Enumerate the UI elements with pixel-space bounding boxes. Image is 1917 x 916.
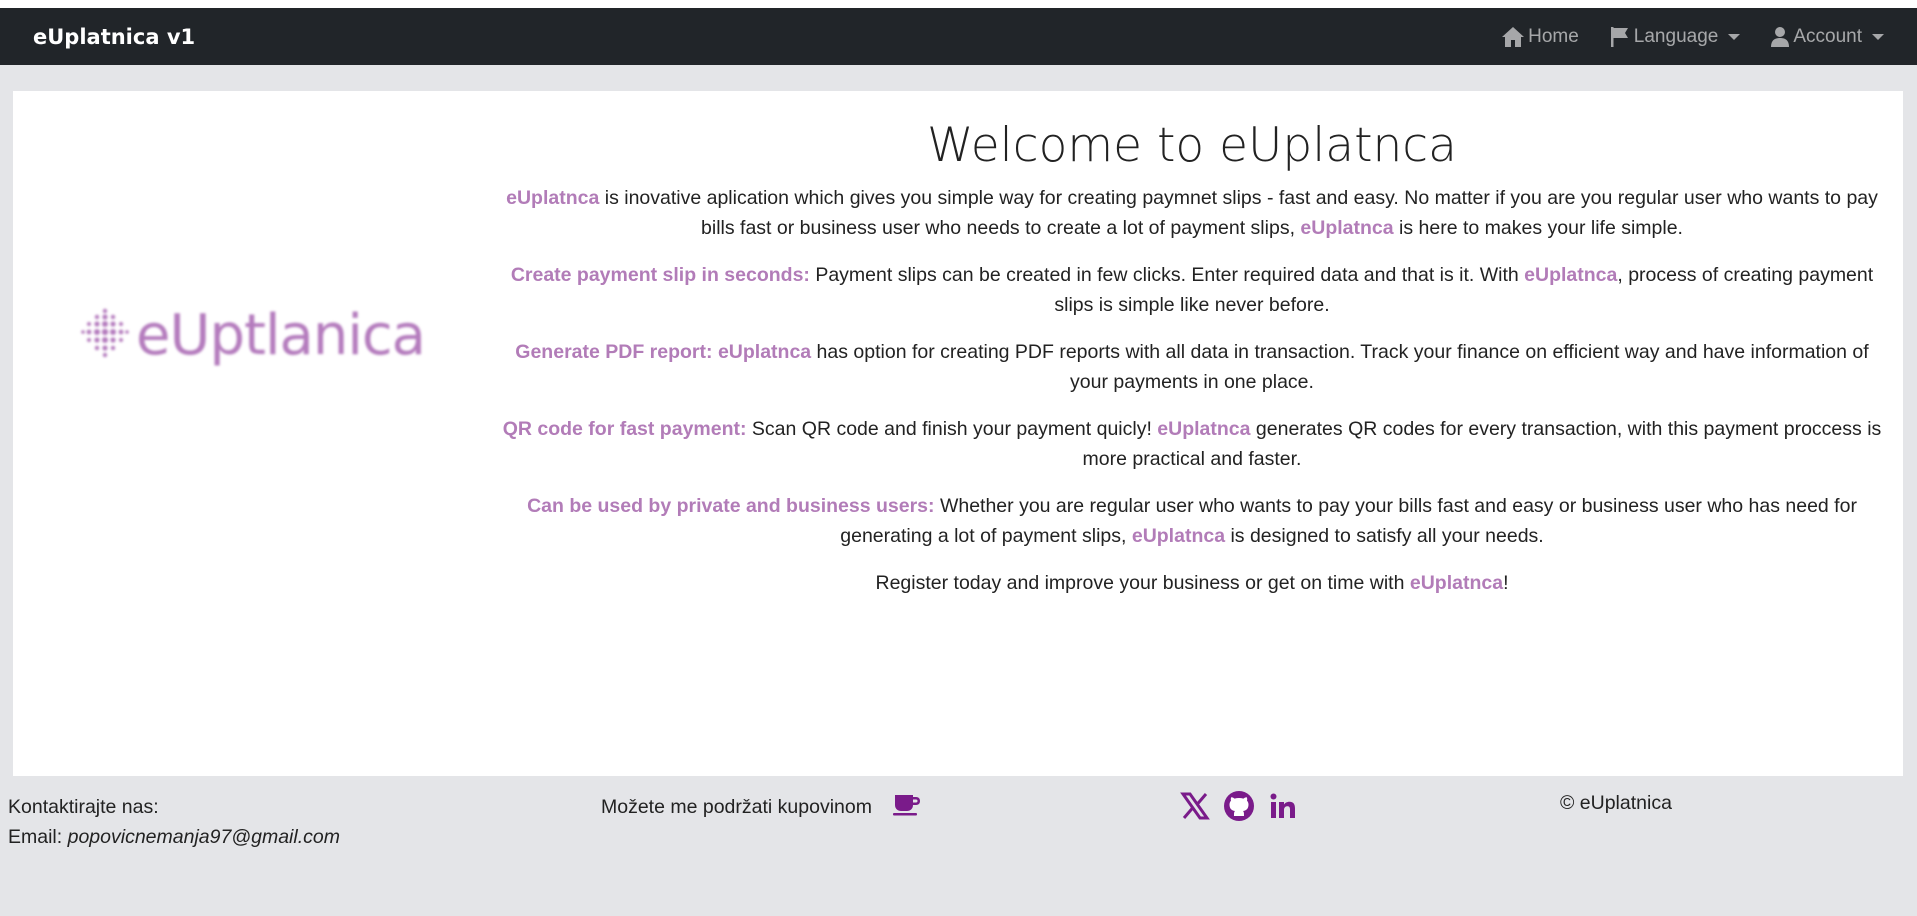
chevron-down-icon: [1872, 33, 1884, 40]
top-strip: [0, 0, 1917, 8]
navbar-brand[interactable]: eUplatnica v1: [33, 25, 195, 49]
nav-language-label: Language: [1633, 25, 1719, 47]
navbar-menu: Home Language Account: [1501, 26, 1884, 48]
outro-text: Register today and improve your business…: [875, 572, 1410, 594]
feature-qr-code: QR code for fast payment: Scan QR code a…: [500, 414, 1884, 474]
feature-text: Payment slips can be created in few clic…: [809, 264, 1525, 286]
coffee-icon[interactable]: [892, 792, 922, 822]
x-twitter-icon[interactable]: [1180, 791, 1210, 821]
email-label: Email:: [8, 826, 63, 848]
nav-account-label: Account: [1793, 25, 1862, 47]
brand-highlight: eUplatnca: [1157, 418, 1251, 440]
github-icon[interactable]: [1223, 790, 1255, 822]
intro-paragraph: eUplatnca is inovative aplication which …: [500, 183, 1884, 243]
footer-social-links: [1180, 790, 1298, 822]
feature-heading: Can be used by private and business user…: [527, 495, 935, 517]
feature-text: Scan QR code and finish your payment qui…: [746, 418, 1158, 440]
feature-pdf-report: Generate PDF report: eUplatnca has optio…: [500, 337, 1884, 397]
logo-dots-icon: [81, 308, 129, 358]
feature-heading: QR code for fast payment:: [502, 418, 747, 440]
outro-text: !: [1503, 572, 1509, 594]
chevron-down-icon: [1728, 33, 1741, 40]
footer-support: Možete me podržati kupovinom: [601, 792, 922, 822]
nav-home-label: Home: [1528, 25, 1579, 47]
logo-wordmark: eUptlanica: [136, 302, 426, 368]
linkedin-icon[interactable]: [1268, 791, 1298, 821]
feature-create-slip: Create payment slip in seconds: Payment …: [500, 260, 1884, 320]
feature-text: is designed to satisfy all your needs.: [1225, 525, 1544, 547]
feature-users: Can be used by private and business user…: [500, 491, 1884, 551]
brand-highlight: eUplatnca: [506, 187, 600, 209]
contact-email-row: Email: popovicnemanja97@gmail.com: [8, 822, 340, 852]
email-link[interactable]: popovicnemanja97@gmail.com: [68, 826, 340, 848]
app-logo: eUptlanica: [80, 295, 440, 375]
nav-language-dropdown[interactable]: Language: [1609, 26, 1741, 48]
home-icon: [1502, 26, 1525, 47]
brand-highlight: eUplatnca: [717, 341, 812, 363]
footer-copyright: © eUplatnica: [1560, 792, 1672, 814]
brand-highlight: eUplatnca: [1131, 525, 1226, 547]
footer-contact: Kontaktirajte nas: Email: popovicnemanja…: [8, 792, 340, 852]
support-text: Možete me podržati kupovinom: [601, 795, 872, 818]
intro-text: is here to makes your life simple.: [1393, 217, 1683, 239]
feature-heading: Generate PDF report:: [515, 341, 713, 363]
feature-text: has option for creating PDF reports with…: [811, 341, 1869, 393]
brand-highlight: eUplatnca: [1524, 264, 1618, 286]
welcome-section: Welcome to eUplatnca eUplatnca is inovat…: [500, 118, 1884, 615]
outro-paragraph: Register today and improve your business…: [500, 568, 1884, 598]
feature-heading: Create payment slip in seconds:: [510, 264, 810, 286]
contact-label: Kontaktirajte nas:: [8, 796, 159, 818]
nav-account-dropdown[interactable]: Account: [1770, 26, 1884, 48]
intro-text: is inovative aplication which gives you …: [599, 187, 1878, 239]
nav-home[interactable]: Home: [1501, 26, 1579, 48]
brand-highlight: eUplatnca: [1300, 217, 1394, 239]
brand-highlight: eUplatnca: [1409, 572, 1504, 594]
navbar: eUplatnica v1 Home Language Account: [0, 8, 1917, 65]
page-title: Welcome to eUplatnca: [927, 118, 1457, 173]
flag-icon: [1610, 26, 1628, 47]
footer: Kontaktirajte nas: Email: popovicnemanja…: [0, 788, 1917, 916]
user-icon: [1771, 26, 1790, 47]
